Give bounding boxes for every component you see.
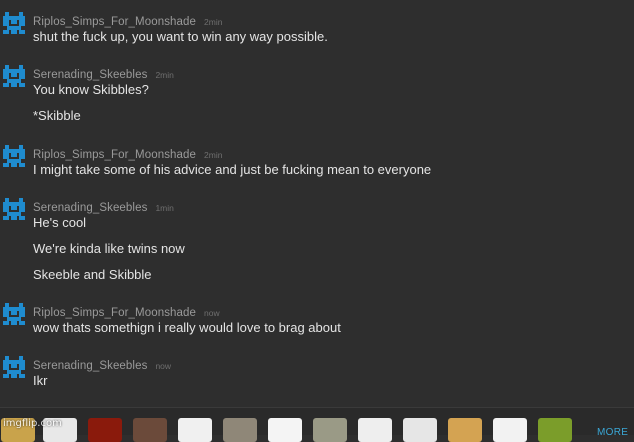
timestamp: 1min <box>155 203 174 213</box>
message-meta: Serenading_Skeebles now <box>33 356 172 372</box>
pixel-avatar-icon[interactable] <box>3 198 25 220</box>
message-group: Riplos_Simps_For_Moonshade 2min shut the f… <box>0 12 634 55</box>
emoji-sketch-face-icon[interactable] <box>268 418 302 442</box>
message-text: He's cool <box>33 215 87 230</box>
pixel-avatar-icon[interactable] <box>3 65 25 87</box>
message-meta: Serenading_Skeebles 1min <box>33 198 174 214</box>
pixel-avatar-icon[interactable] <box>3 145 25 167</box>
message-text: shut the fuck up, you want to win any wa… <box>33 29 328 44</box>
timestamp: now <box>204 308 220 318</box>
username[interactable]: Serenading_Skeebles <box>33 69 147 81</box>
message-meta: Riplos_Simps_For_Moonshade 2min <box>33 12 223 28</box>
chat-log: Riplos_Simps_For_Moonshade 2min shut the f… <box>0 0 634 407</box>
emoji-omg-face-icon[interactable] <box>403 418 437 442</box>
message-text: We're kinda like twins now <box>33 241 185 256</box>
message-text: Ikr <box>33 373 48 388</box>
watermark: imgflip.com <box>3 418 62 429</box>
message-text: I might take some of his advice and just… <box>33 162 432 177</box>
emoji-me-gusta-icon[interactable] <box>358 418 392 442</box>
timestamp: 2min <box>155 70 174 80</box>
message-group: Serenading_Skeebles 2min You know Skibbles… <box>0 65 634 134</box>
emoji-cat-icon[interactable] <box>223 418 257 442</box>
message-group: Riplos_Simps_For_Moonshade 2min I might ta… <box>0 145 634 188</box>
message-text: You know Skibbles? <box>33 82 149 97</box>
message-group: Riplos_Simps_For_Moonshade now wow thats s… <box>0 303 634 346</box>
timestamp: 2min <box>204 150 223 160</box>
username[interactable]: Serenading_Skeebles <box>33 360 147 372</box>
emoji-sunflower-icon[interactable] <box>538 418 572 442</box>
timestamp: now <box>155 361 172 371</box>
message-meta: Riplos_Simps_For_Moonshade 2min <box>33 145 223 161</box>
message-group: Serenading_Skeebles now Ikr <box>0 356 634 399</box>
message-group: Serenading_Skeebles 1min He's cool We're ki… <box>0 198 634 293</box>
message-text: *Skibble <box>33 108 81 123</box>
emoji-doge-icon[interactable] <box>448 418 482 442</box>
emoji-fire-icon[interactable] <box>88 418 122 442</box>
more-emojis-link[interactable]: MORE <box>597 427 628 438</box>
username[interactable]: Riplos_Simps_For_Moonshade <box>33 16 196 28</box>
pixel-avatar-icon[interactable] <box>3 303 25 325</box>
message-meta: Serenading_Skeebles 2min <box>33 65 174 81</box>
emoji-laugh-face-icon[interactable] <box>493 418 527 442</box>
message-text: Skeeble and Skibble <box>33 267 152 282</box>
message-meta: Riplos_Simps_For_Moonshade now <box>33 303 220 319</box>
username[interactable]: Riplos_Simps_For_Moonshade <box>33 149 196 161</box>
username[interactable]: Serenading_Skeebles <box>33 202 147 214</box>
pixel-avatar-icon[interactable] <box>3 356 25 378</box>
username[interactable]: Riplos_Simps_For_Moonshade <box>33 307 196 319</box>
message-text: wow thats somethign i really would love … <box>33 320 341 335</box>
emoji-photo-icon[interactable] <box>133 418 167 442</box>
timestamp: 2min <box>204 17 223 27</box>
emoji-rage-comic-icon[interactable] <box>313 418 347 442</box>
pixel-avatar-icon[interactable] <box>3 12 25 34</box>
emoji-troll-face-icon[interactable] <box>178 418 212 442</box>
emoji-bar: MORE <box>0 407 634 442</box>
